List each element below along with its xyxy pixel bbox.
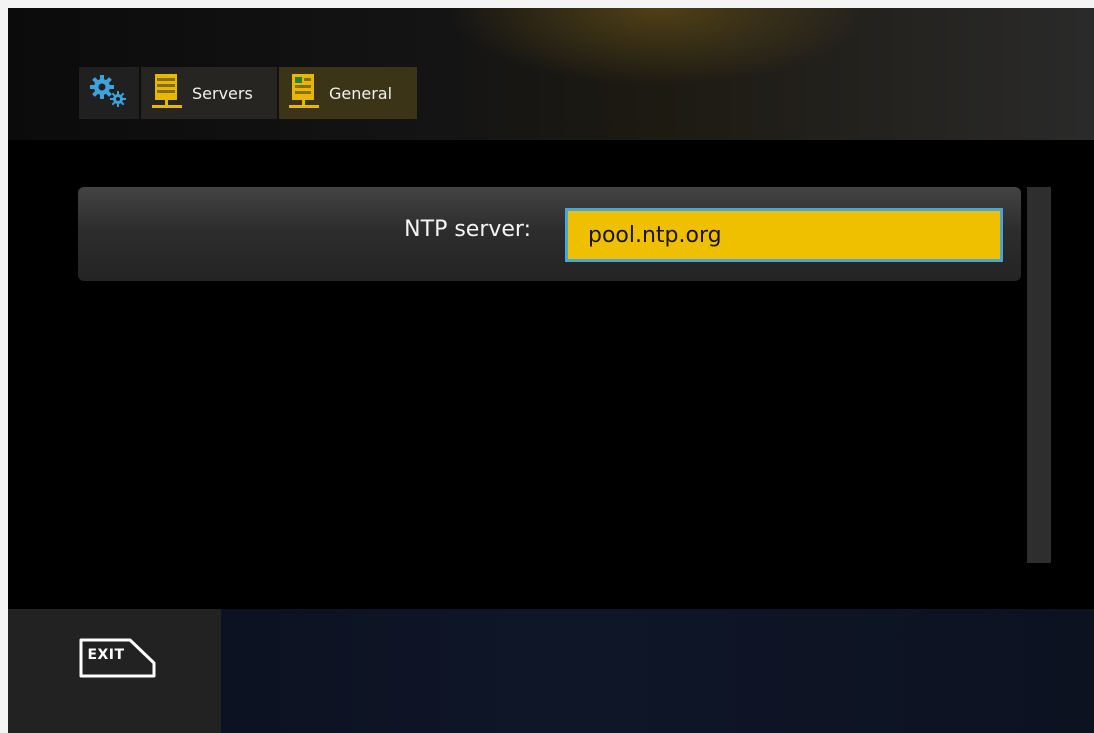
ntp-server-value: pool.ntp.org	[588, 222, 722, 248]
breadcrumb-servers[interactable]: Servers	[141, 67, 277, 119]
network-server-icon	[287, 72, 321, 114]
gears-icon	[88, 73, 130, 113]
breadcrumb-settings-root[interactable]	[79, 67, 139, 119]
breadcrumb-servers-label: Servers	[192, 83, 253, 103]
ntp-server-input[interactable]: pool.ntp.org	[565, 208, 1003, 262]
exit-panel: EXIT	[8, 609, 221, 733]
exit-label: EXIT	[87, 647, 125, 663]
breadcrumb-general-label: General	[329, 83, 393, 103]
exit-button[interactable]: EXIT	[78, 637, 158, 679]
ntp-server-label: NTP server:	[404, 217, 531, 242]
breadcrumb-general[interactable]: General	[279, 67, 417, 119]
settings-screen: Servers General NTP server: pool.ntp.org	[8, 8, 1094, 733]
scrollbar[interactable]	[1027, 187, 1051, 563]
ntp-server-row[interactable]: NTP server: pool.ntp.org	[78, 187, 1021, 281]
server-icon	[150, 72, 184, 114]
breadcrumb: Servers General	[79, 67, 419, 119]
